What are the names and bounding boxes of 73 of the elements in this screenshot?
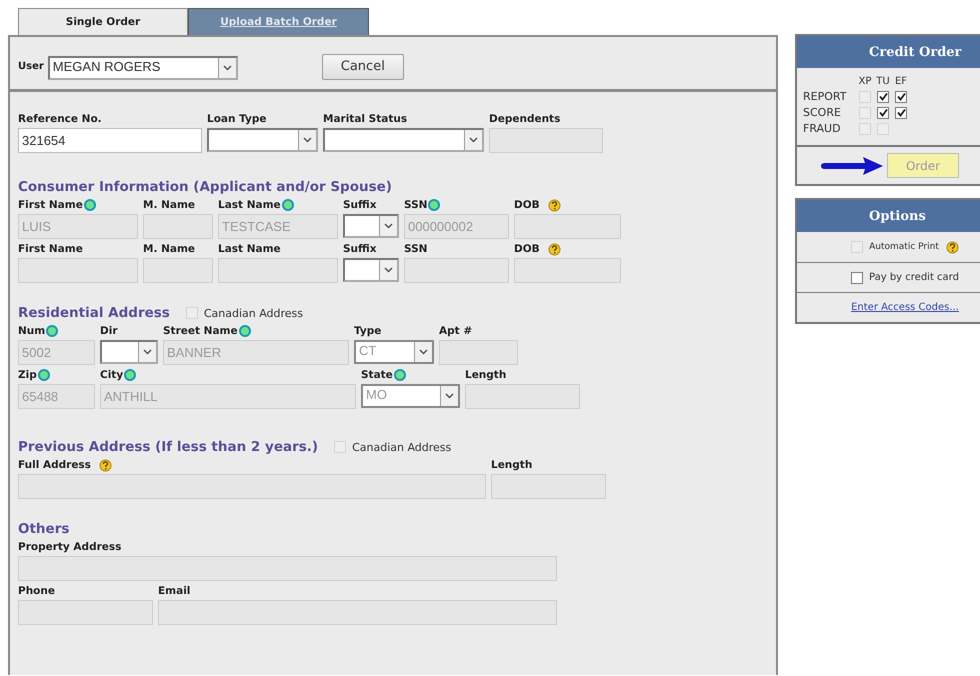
field-label: Type — [354, 325, 382, 337]
select-field[interactable] — [207, 128, 318, 152]
checkbox[interactable] — [895, 90, 907, 102]
field-label: Loan Type — [207, 113, 267, 125]
field-label: Last Name — [218, 243, 281, 255]
field-label: First Name — [18, 243, 83, 255]
field-label: State — [361, 369, 393, 381]
field-label: First Name — [18, 199, 83, 211]
section-title: Residential Address — [18, 305, 170, 321]
field-label: Length — [491, 459, 532, 471]
field-label: Property Address — [18, 541, 122, 553]
order-button[interactable]: Order — [887, 153, 959, 178]
caret-icon — [303, 137, 312, 143]
caret-icon — [469, 137, 478, 143]
panel-title: Options — [797, 200, 980, 232]
field-label: Marital Status — [323, 113, 408, 125]
field-label: Reference No. — [18, 113, 102, 125]
checkbox-label: Pay by credit card — [869, 272, 959, 283]
field-label: SSN — [404, 243, 428, 255]
field-label: Email — [158, 585, 190, 597]
checkbox[interactable] — [877, 90, 889, 102]
checkbox-label: Automatic Print — [869, 242, 939, 252]
field-label: Last Name — [218, 199, 281, 211]
caret-icon — [143, 349, 152, 355]
field-label: M. Name — [143, 243, 196, 255]
field-label: Street Name — [163, 325, 238, 337]
row-label: SCORE — [803, 106, 842, 119]
field-label: Zip — [18, 369, 37, 381]
input-field[interactable]: 321654 — [18, 128, 202, 153]
field-label: Apt # — [439, 325, 472, 337]
field-label: Suffix — [343, 199, 377, 211]
field-label: DOB — [514, 199, 540, 211]
field-label: User — [18, 61, 44, 72]
caret-icon — [384, 267, 393, 273]
caret-icon — [445, 393, 454, 399]
checkbox[interactable] — [877, 106, 889, 118]
tab[interactable]: Single Order — [18, 8, 188, 35]
field-label: Phone — [18, 585, 55, 597]
checkbox-label: Canadian Address — [204, 306, 304, 320]
select-field[interactable] — [100, 340, 158, 364]
select-field[interactable] — [323, 128, 484, 152]
caret-icon — [419, 349, 428, 355]
section-title: Previous Address (If less than 2 years.) — [18, 439, 318, 455]
field-label: Length — [465, 369, 506, 381]
field-label: City — [100, 369, 124, 381]
column-label: XP — [858, 76, 872, 87]
field-label: Dir — [100, 325, 118, 337]
row-label: REPORT — [803, 90, 848, 103]
select-field[interactable]: MEGAN ROGERS — [48, 56, 238, 80]
arrow-icon — [819, 156, 885, 176]
caret-icon — [384, 223, 393, 229]
cancel-button[interactable]: Cancel — [322, 54, 404, 80]
tab[interactable]: Upload Batch Order — [188, 8, 369, 35]
column-label: TU — [875, 76, 891, 87]
access-codes-link[interactable]: Enter Access Codes... — [851, 302, 959, 313]
caret-icon — [222, 64, 232, 70]
field-label: Full Address — [18, 459, 91, 471]
field-label: SSN — [404, 199, 428, 211]
panel-title: Credit Order — [797, 36, 980, 68]
select-field[interactable] — [343, 214, 399, 238]
field-label: Suffix — [343, 243, 377, 255]
field-label: Dependents — [489, 113, 560, 125]
field-label: DOB — [514, 243, 540, 255]
row-label: FRAUD — [803, 122, 842, 135]
field-label: Num — [18, 325, 46, 337]
field-label: M. Name — [143, 199, 196, 211]
section-title: Consumer Information (Applicant and/or Spouse) — [18, 179, 392, 195]
select-field[interactable] — [343, 258, 399, 282]
column-label: EF — [894, 76, 908, 87]
checkbox-label: Canadian Address — [352, 440, 452, 454]
checkbox[interactable] — [895, 106, 907, 118]
section-title: Others — [18, 521, 70, 537]
checkbox[interactable] — [851, 272, 864, 284]
